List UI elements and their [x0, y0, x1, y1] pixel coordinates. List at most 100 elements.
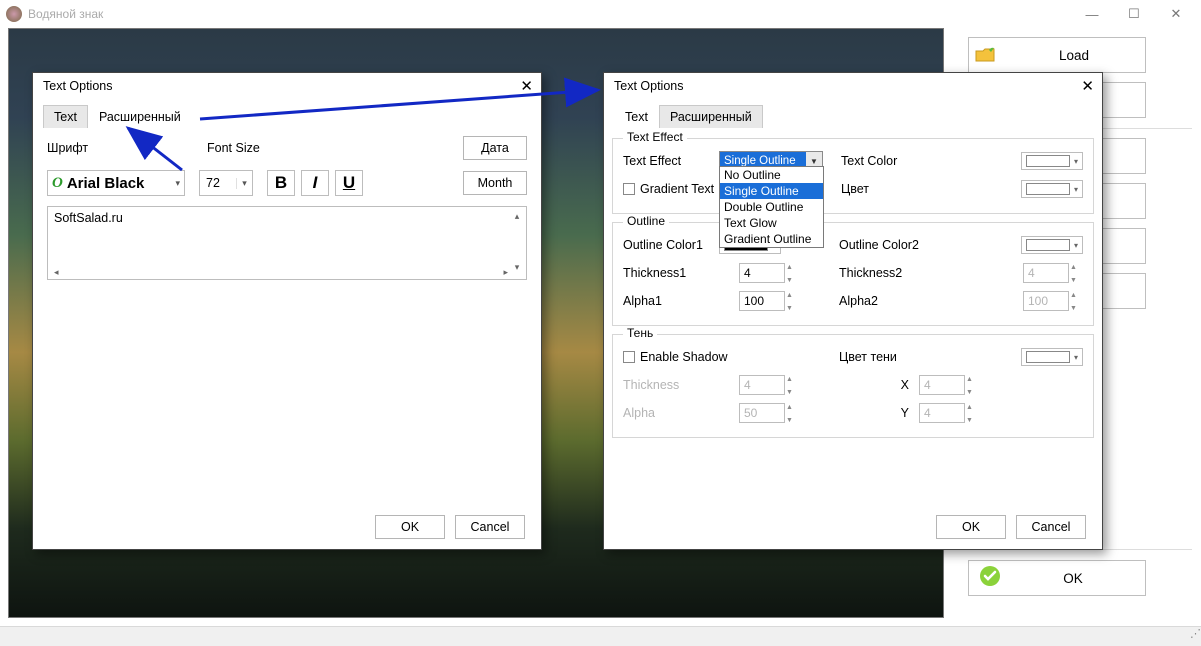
- vertical-scroll-arrows[interactable]: ▴▾: [510, 211, 524, 273]
- ok-button[interactable]: OK: [375, 515, 445, 539]
- shadow-x-spinner[interactable]: 4▲▼: [919, 375, 965, 395]
- text-input-area[interactable]: SoftSalad.ru ▴▾ ◂▸: [47, 206, 527, 280]
- label-shadow-thickness: Thickness: [623, 378, 719, 392]
- spinner-arrows[interactable]: ▲▼: [1070, 264, 1080, 284]
- alpha2-value: 100: [1024, 294, 1068, 308]
- thickness2-spinner[interactable]: 4▲▼: [1023, 263, 1069, 283]
- close-icon[interactable]: ✕: [1081, 77, 1094, 95]
- checkbox-icon: [623, 351, 635, 363]
- label-text-effect: Text Effect: [623, 154, 719, 168]
- panel-ok-button[interactable]: OK: [968, 560, 1146, 596]
- spinner-arrows[interactable]: ▲▼: [1070, 292, 1080, 312]
- thickness1-spinner[interactable]: 4▲▼: [739, 263, 785, 283]
- option-no-outline[interactable]: No Outline: [720, 167, 823, 183]
- chevron-down-icon: ▾: [236, 178, 252, 189]
- chevron-down-icon: ▾: [175, 178, 180, 189]
- chevron-down-icon: ▾: [1070, 157, 1082, 166]
- tab-text-label: Text: [54, 110, 77, 124]
- date-label: Дата: [481, 141, 509, 155]
- group-outline: Outline Outline Color1 ▾ Outline Color2 …: [612, 222, 1094, 326]
- label-y: Y: [839, 406, 909, 420]
- dialog-titlebar: Text Options ✕: [604, 73, 1102, 99]
- shadow-thickness-spinner[interactable]: 4▲▼: [739, 375, 785, 395]
- font-size-combo[interactable]: 72 ▾: [199, 170, 253, 196]
- bold-button[interactable]: B: [267, 170, 295, 196]
- tab-advanced[interactable]: Расширенный: [659, 105, 763, 128]
- close-icon[interactable]: ✕: [520, 77, 533, 95]
- option-double-outline[interactable]: Double Outline: [720, 199, 823, 215]
- font-combo[interactable]: O Arial Black ▾: [47, 170, 185, 196]
- color-preview: [1026, 239, 1070, 251]
- window-close[interactable]: ✕: [1161, 4, 1191, 24]
- gradient-text-checkbox[interactable]: Gradient Text: [623, 182, 719, 196]
- shadow-x-value: 4: [920, 378, 964, 392]
- spinner-arrows[interactable]: ▲▼: [966, 376, 976, 396]
- month-label: Month: [478, 176, 513, 190]
- italic-label: I: [313, 173, 318, 193]
- chevron-down-icon: ▾: [1070, 353, 1082, 362]
- dialog-title: Text Options: [43, 79, 112, 93]
- group-text-effect: Text Effect Text Effect Single Outline ▼…: [612, 138, 1094, 214]
- window-maximize[interactable]: ☐: [1119, 4, 1149, 24]
- label-text-color: Text Color: [841, 154, 935, 168]
- shadow-y-spinner[interactable]: 4▲▼: [919, 403, 965, 423]
- enable-shadow-label: Enable Shadow: [640, 350, 728, 364]
- text-color-swatch[interactable]: ▾: [1021, 152, 1083, 170]
- label-thickness1: Thickness1: [623, 266, 719, 280]
- bold-label: B: [275, 173, 287, 193]
- alpha1-spinner[interactable]: 100▲▼: [739, 291, 785, 311]
- option-gradient-outline[interactable]: Gradient Outline: [720, 231, 823, 247]
- text-effect-dropdown[interactable]: No Outline Single Outline Double Outline…: [719, 166, 824, 248]
- enable-shadow-checkbox[interactable]: Enable Shadow: [623, 350, 753, 364]
- underline-label: U: [343, 173, 355, 193]
- dialog-text-options-1: Text Options ✕ Text Расширенный Шрифт Fo…: [32, 72, 542, 550]
- app-icon: [6, 6, 22, 22]
- alpha2-spinner[interactable]: 100▲▼: [1023, 291, 1069, 311]
- date-button[interactable]: Дата: [463, 136, 527, 160]
- cancel-button[interactable]: Cancel: [1016, 515, 1086, 539]
- folder-open-icon: [969, 46, 1003, 64]
- month-button[interactable]: Month: [463, 171, 527, 195]
- italic-button[interactable]: I: [301, 170, 329, 196]
- window-minimize[interactable]: —: [1077, 4, 1107, 24]
- resize-grip-icon[interactable]: ⋰: [1187, 632, 1199, 644]
- option-text-glow[interactable]: Text Glow: [720, 215, 823, 231]
- ok-label: OK: [962, 520, 980, 534]
- text-value: SoftSalad.ru: [54, 211, 123, 225]
- window-title: Водяной знак: [28, 7, 103, 21]
- label-alpha2: Alpha2: [839, 294, 933, 308]
- tab-text[interactable]: Text: [43, 105, 88, 128]
- option-single-outline[interactable]: Single Outline: [720, 183, 823, 199]
- cancel-button[interactable]: Cancel: [455, 515, 525, 539]
- cancel-label: Cancel: [1032, 520, 1071, 534]
- color-preview: [1026, 155, 1070, 167]
- spinner-arrows[interactable]: ▲▼: [786, 264, 796, 284]
- thickness1-value: 4: [740, 266, 784, 280]
- chevron-down-icon: ▾: [1070, 185, 1082, 194]
- ok-label: OK: [401, 520, 419, 534]
- label-outline-color1: Outline Color1: [623, 238, 719, 252]
- shadow-y-value: 4: [920, 406, 964, 420]
- shadow-alpha-value: 50: [740, 406, 784, 420]
- outline-color2-swatch[interactable]: ▾: [1021, 236, 1083, 254]
- size-label: Font Size: [207, 141, 357, 155]
- group-shadow: Тень Enable Shadow Цвет тени ▾ Thickness…: [612, 334, 1094, 438]
- horizontal-scroll-arrows[interactable]: ◂▸: [54, 267, 508, 278]
- shadow-alpha-spinner[interactable]: 50▲▼: [739, 403, 785, 423]
- status-bar: ⋰: [0, 626, 1201, 646]
- group-label: Text Effect: [623, 130, 687, 144]
- panel-ok-label: OK: [1001, 571, 1145, 586]
- color2-swatch[interactable]: ▾: [1021, 180, 1083, 198]
- gradient-text-label: Gradient Text: [640, 182, 714, 196]
- spinner-arrows[interactable]: ▲▼: [966, 404, 976, 424]
- underline-button[interactable]: U: [335, 170, 363, 196]
- ok-button[interactable]: OK: [936, 515, 1006, 539]
- spinner-arrows[interactable]: ▲▼: [786, 292, 796, 312]
- tab-text[interactable]: Text: [614, 105, 659, 128]
- spinner-arrows[interactable]: ▲▼: [786, 404, 796, 424]
- font-preview-icon: O: [52, 175, 63, 192]
- load-button[interactable]: Load: [968, 37, 1146, 73]
- shadow-color-swatch[interactable]: ▾: [1021, 348, 1083, 366]
- spinner-arrows[interactable]: ▲▼: [786, 376, 796, 396]
- tab-advanced[interactable]: Расширенный: [88, 105, 192, 128]
